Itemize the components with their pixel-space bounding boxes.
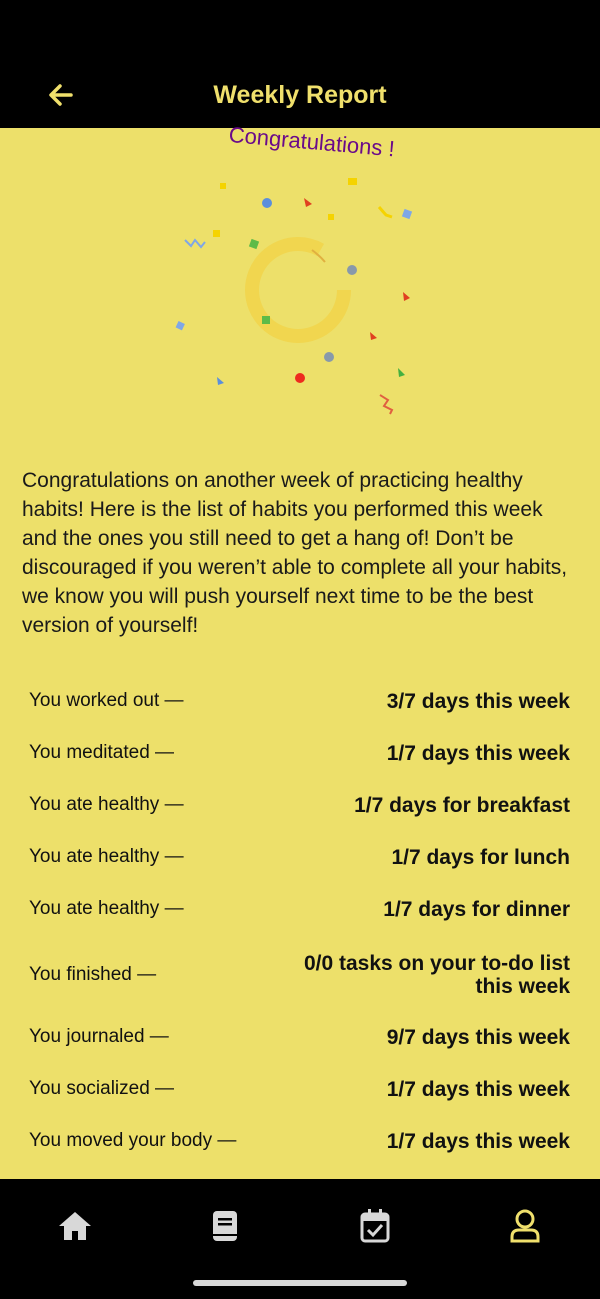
habit-value: 1/7 days for breakfast <box>354 794 570 817</box>
confetti-animation <box>175 178 413 415</box>
nav-calendar[interactable] <box>350 1201 400 1251</box>
habit-row: You finished — 0/0 tasks on your to-do li… <box>0 948 600 1000</box>
habit-label: You ate healthy — <box>29 794 184 815</box>
calendar-check-icon <box>360 1209 390 1243</box>
habit-row: You ate healthy — 1/7 days for breakfast <box>0 780 600 832</box>
habit-label: You ate healthy — <box>29 898 184 919</box>
habit-row: You socialized — 1/7 days this week <box>0 1064 600 1116</box>
habit-value: 1/7 days this week <box>386 1078 570 1101</box>
nav-profile[interactable] <box>500 1201 550 1251</box>
habit-label: You finished — <box>29 964 157 985</box>
habit-row: You moved your body — 1/7 days this week <box>0 1116 600 1168</box>
habit-row: You ate healthy — 1/7 days for dinner <box>0 884 600 936</box>
congrats-title: Congratulations ! <box>227 122 396 162</box>
habit-label: You meditated — <box>29 742 175 763</box>
habit-row: You ate healthy — 1/7 days for lunch <box>0 832 600 884</box>
habit-value: 1/7 days this week <box>386 1130 570 1153</box>
user-icon <box>510 1209 540 1243</box>
habit-value: 0/0 tasks on your to-do list this week <box>303 952 570 998</box>
intro-text: Congratulations on another week of pract… <box>22 469 568 637</box>
habit-value: 9/7 days this week <box>386 1026 570 1049</box>
habit-value: 3/7 days this week <box>386 690 570 713</box>
habit-label: You worked out — <box>29 690 184 711</box>
habit-value: 1/7 days this week <box>386 742 570 765</box>
habit-label: You socialized — <box>29 1078 175 1099</box>
home-indicator <box>193 1280 407 1286</box>
habit-row: You worked out — 3/7 days this week <box>0 676 600 728</box>
habit-label: You journaled — <box>29 1026 169 1047</box>
habit-value: 1/7 days for lunch <box>391 846 570 869</box>
top-bar: Weekly Report <box>0 0 600 128</box>
habit-row: You meditated — 1/7 days this week <box>0 728 600 780</box>
home-icon <box>59 1212 91 1240</box>
page-title: Weekly Report <box>213 81 387 109</box>
habit-row: You journaled — 9/7 days this week <box>0 1012 600 1064</box>
nav-home[interactable] <box>50 1201 100 1251</box>
nav-journal[interactable] <box>200 1201 250 1251</box>
habit-value: 1/7 days for dinner <box>383 898 570 921</box>
habit-label: You moved your body — <box>29 1130 237 1151</box>
book-icon <box>213 1211 237 1241</box>
habit-label: You ate healthy — <box>29 846 184 867</box>
